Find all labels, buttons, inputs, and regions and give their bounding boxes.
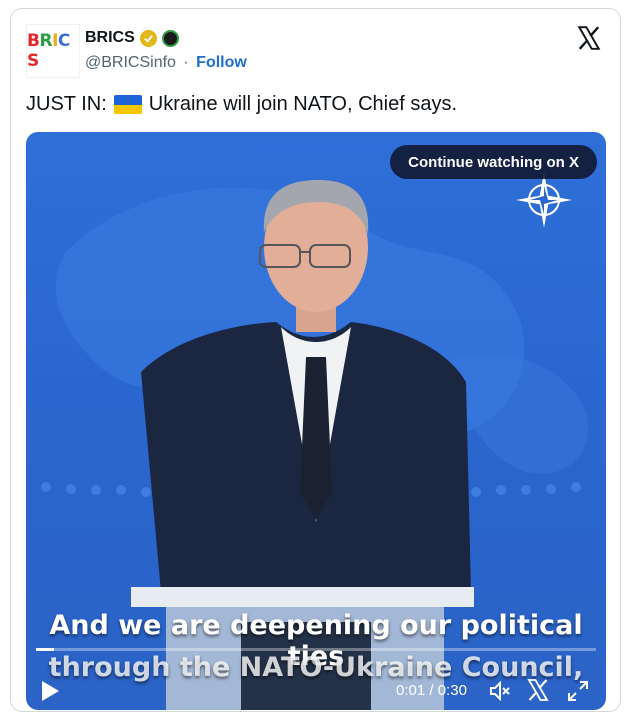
avatar-letter: R xyxy=(39,31,53,51)
fullscreen-icon[interactable] xyxy=(566,679,590,703)
tweet-card: BRICS BRICS @BRICSinfo · Follow JUST IN:… xyxy=(10,8,621,712)
avatar-letter: C xyxy=(57,31,70,51)
time-separator: / xyxy=(429,682,434,699)
time-display: 0:01 / 0:30 xyxy=(396,682,467,699)
verified-badge-icon xyxy=(139,29,157,47)
tweet-text: JUST IN: Ukraine will join NATO, Chief s… xyxy=(26,93,457,116)
video-controls: 0:01 / 0:30 xyxy=(26,670,606,710)
ukraine-flag-icon xyxy=(113,95,142,114)
affiliate-badge-icon[interactable] xyxy=(161,29,179,47)
tweet-body: Ukraine will join NATO, Chief says. xyxy=(148,93,458,115)
current-time: 0:01 xyxy=(396,682,426,699)
handle[interactable]: @BRICSinfo xyxy=(85,54,176,71)
tweet-prefix: JUST IN: xyxy=(26,93,107,115)
display-name[interactable]: BRICS xyxy=(85,29,135,47)
play-icon[interactable] xyxy=(40,680,60,702)
avatar[interactable]: BRICS xyxy=(26,24,80,78)
progress-bar[interactable] xyxy=(36,648,596,651)
x-logo-icon[interactable] xyxy=(576,25,602,51)
handle-row: @BRICSinfo · Follow xyxy=(85,54,247,72)
avatar-letter: B xyxy=(27,31,40,51)
follow-button[interactable]: Follow xyxy=(196,54,247,71)
name-row: BRICS xyxy=(85,29,179,47)
x-logo-icon[interactable] xyxy=(526,678,550,702)
handle-separator: · xyxy=(183,54,189,71)
video-player[interactable]: Continue watching on X And we are deepen… xyxy=(26,132,606,710)
avatar-logo-text: BRICS xyxy=(27,31,79,71)
avatar-letter: S xyxy=(27,51,39,71)
duration: 0:30 xyxy=(437,682,467,699)
progress-fill xyxy=(36,648,55,651)
volume-muted-icon[interactable] xyxy=(488,679,512,703)
nato-emblem-icon xyxy=(516,172,572,228)
continue-watching-button[interactable]: Continue watching on X xyxy=(390,145,597,179)
